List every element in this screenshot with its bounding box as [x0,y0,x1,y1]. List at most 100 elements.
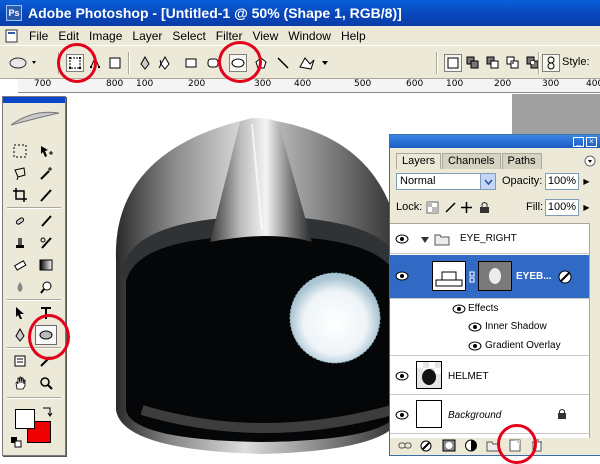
brush-tool-icon[interactable] [35,211,57,231]
photoshop-logo-icon: Ps [6,5,22,21]
tab-layers[interactable]: Layers [396,153,442,169]
rectangle-shape-button[interactable] [182,54,200,72]
vector-mask-thumbnail[interactable] [478,261,512,291]
fill-arrow-icon[interactable]: ▶ [581,199,592,216]
ruler-label: 600 [406,79,424,89]
move-tool-icon[interactable] [35,141,57,161]
tab-paths[interactable]: Paths [501,153,542,169]
zoom-tool-icon[interactable] [35,373,57,393]
layer-effects-row[interactable]: Effects [390,300,590,318]
pen-tool-icon[interactable] [136,54,154,72]
path-selection-tool-icon[interactable] [9,303,31,323]
marquee-tool-icon[interactable] [9,141,31,161]
dodge-tool-icon[interactable] [35,277,57,297]
blend-mode-select[interactable]: Normal [396,173,496,190]
freeform-pen-icon[interactable] [156,54,174,72]
document-menu-icon[interactable] [4,28,20,44]
opacity-input[interactable]: 100% [545,173,579,190]
eye-visibility-icon[interactable] [468,322,482,332]
lock-transparency-icon[interactable] [426,201,439,214]
chevron-down-icon [480,174,495,189]
close-icon[interactable]: × [586,136,597,147]
link-layers-icon[interactable] [398,439,412,452]
eye-visibility-icon[interactable] [395,271,409,281]
menu-view[interactable]: View [247,29,283,43]
lock-position-icon[interactable] [460,201,473,214]
layers-panel: _ × Layers Channels Paths Normal Opacity… [389,134,600,456]
ruler-label: 300 [254,79,272,89]
panel-menu-icon[interactable] [584,155,596,167]
minimize-icon[interactable]: _ [573,136,584,147]
slice-tool-icon[interactable] [35,185,57,205]
fill-pixels-button[interactable] [106,54,124,72]
opacity-arrow-icon[interactable]: ▶ [581,173,592,190]
blend-mode-value: Normal [400,175,436,187]
eye-ellipse-shape[interactable] [289,272,381,364]
style-label: Style: [562,56,590,68]
subtract-shape-area-button[interactable] [484,54,502,72]
effect-gradient-overlay-row[interactable]: Gradient Overlay [390,336,590,356]
layer-row-eyeball[interactable]: EYEB... [390,255,590,299]
create-new-shape-area-button[interactable] [444,54,462,72]
tab-channels[interactable]: Channels [442,153,501,169]
effect-inner-shadow-row[interactable]: Inner Shadow [390,318,590,336]
magic-wand-tool-icon[interactable] [35,163,57,183]
swap-colors-icon[interactable] [41,405,53,417]
eye-visibility-icon[interactable] [395,410,409,420]
notes-tool-icon[interactable] [9,351,31,371]
crop-tool-icon[interactable] [9,185,31,205]
menu-image[interactable]: Image [84,29,127,43]
lock-image-icon[interactable] [444,201,457,214]
eye-visibility-icon[interactable] [395,234,409,244]
ruler-label: 400 [586,79,600,89]
hand-tool-icon[interactable] [9,373,31,393]
layer-row-background[interactable]: Background [390,396,590,434]
effect-name: Gradient Overlay [485,340,561,351]
adjustment-layer-icon[interactable] [464,439,478,452]
lasso-tool-icon[interactable] [9,163,31,183]
layer-thumbnail [416,361,442,389]
layers-scrollbar[interactable] [589,223,600,438]
menu-layer[interactable]: Layer [127,29,167,43]
annotation-circle-ellipse-tool [28,314,70,360]
line-shape-button[interactable] [274,54,292,72]
layers-panel-header[interactable]: _ × [390,135,600,148]
eye-visibility-icon[interactable] [395,371,409,381]
layer-row-eye-right[interactable]: EYE_RIGHT [390,224,590,254]
blur-tool-icon[interactable] [9,277,31,297]
default-colors-icon[interactable] [11,437,23,449]
menu-window[interactable]: Window [283,29,336,43]
menu-file[interactable]: File [24,29,53,43]
expand-group-icon[interactable] [420,235,430,245]
menu-help[interactable]: Help [336,29,371,43]
effects-label: Effects [468,303,499,314]
fill-input[interactable]: 100% [545,199,579,216]
link-icon[interactable] [469,271,475,283]
layer-name: EYE_RIGHT [460,233,517,244]
add-layer-mask-icon[interactable] [442,439,456,452]
layer-style-icon[interactable] [558,270,572,284]
effect-name: Inner Shadow [485,321,547,332]
layer-row-helmet[interactable]: HELMET [390,357,590,395]
eye-visibility-icon[interactable] [452,304,466,314]
healing-brush-tool-icon[interactable] [9,211,31,231]
custom-shape-button[interactable] [296,54,330,72]
clone-stamp-tool-icon[interactable] [9,233,31,253]
eraser-tool-icon[interactable] [9,255,31,275]
menu-select[interactable]: Select [167,29,210,43]
menu-edit[interactable]: Edit [53,29,84,43]
lock-all-icon[interactable] [478,201,491,214]
lock-icon [558,409,566,419]
toolbox-header[interactable] [3,97,65,103]
history-brush-tool-icon[interactable] [35,233,57,253]
intersect-shape-areas-button[interactable] [504,54,522,72]
eye-visibility-icon[interactable] [468,341,482,351]
menu-bar: File Edit Image Layer Select Filter View… [0,26,600,45]
horizontal-ruler: 700 800 100 200 300 400 500 600 100 200 … [18,79,600,93]
add-shape-area-button[interactable] [464,54,482,72]
gradient-tool-icon[interactable] [35,255,57,275]
tool-preset-picker[interactable] [6,54,40,72]
add-layer-style-icon[interactable] [420,439,434,452]
link-style-button[interactable] [542,54,560,72]
foreground-color-swatch[interactable] [15,409,35,429]
